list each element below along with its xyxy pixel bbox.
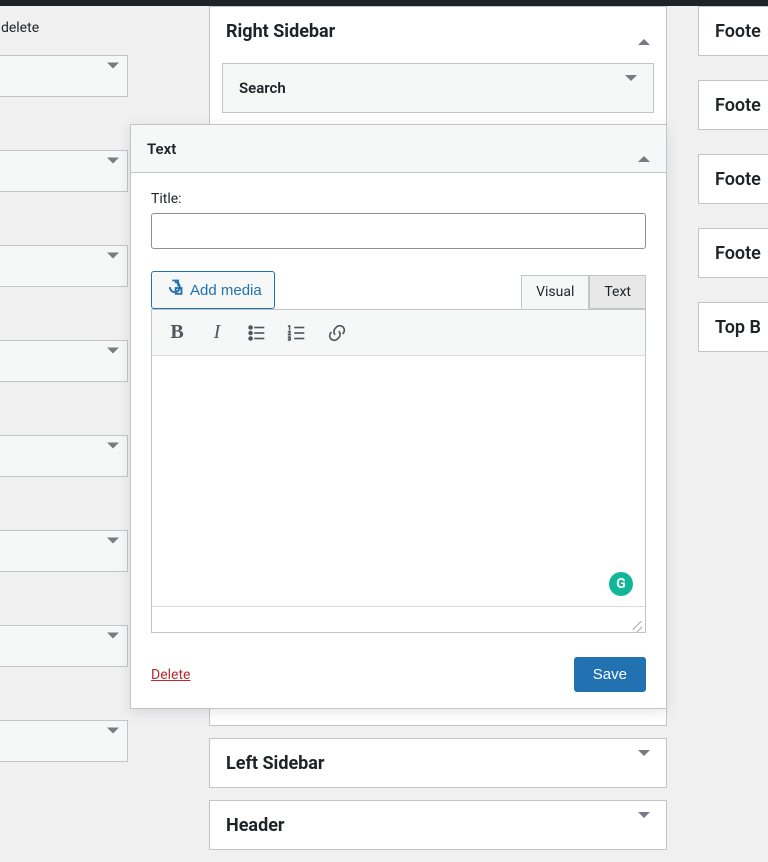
chevron-down-icon bbox=[625, 81, 637, 96]
delete-link[interactable]: Delete bbox=[151, 667, 190, 683]
available-widget[interactable] bbox=[0, 720, 128, 762]
area-title: Foote bbox=[715, 21, 761, 42]
chevron-down-icon bbox=[107, 639, 119, 654]
available-widget[interactable] bbox=[0, 150, 128, 192]
chevron-down-icon bbox=[638, 756, 650, 771]
tab-text[interactable]: Text bbox=[589, 275, 646, 309]
chevron-down-icon bbox=[107, 69, 119, 84]
chevron-down-icon bbox=[107, 354, 119, 369]
chevron-up-icon bbox=[638, 24, 650, 39]
available-widget[interactable] bbox=[0, 245, 128, 287]
link-button[interactable] bbox=[320, 316, 354, 350]
bold-button[interactable]: B bbox=[160, 316, 194, 350]
column-description: a widget and delete bbox=[0, 6, 128, 51]
widget-desc: ges. bbox=[0, 477, 128, 526]
svg-text:3: 3 bbox=[288, 336, 291, 342]
tab-visual[interactable]: Visual bbox=[521, 275, 589, 309]
chevron-down-icon bbox=[107, 259, 119, 274]
widget-area-item[interactable]: Foote bbox=[698, 80, 768, 130]
widget-label: Search bbox=[239, 79, 286, 97]
title-input[interactable] bbox=[151, 213, 646, 249]
media-icon bbox=[164, 278, 184, 302]
area-title: Foote bbox=[715, 169, 761, 190]
editor-container: B I 1 2 3 bbox=[151, 309, 646, 633]
available-widget[interactable] bbox=[0, 435, 128, 477]
available-widget[interactable] bbox=[0, 340, 128, 382]
numbered-list-button[interactable]: 1 2 3 bbox=[280, 316, 314, 350]
widget-area-item[interactable]: Foote bbox=[698, 228, 768, 278]
widget-area-item[interactable]: Top B bbox=[698, 302, 768, 352]
chevron-down-icon bbox=[107, 544, 119, 559]
editor-canvas[interactable]: G bbox=[152, 356, 645, 606]
chevron-down-icon bbox=[638, 818, 650, 833]
title-label: Title: bbox=[151, 191, 646, 207]
widget-desc: yer. bbox=[0, 97, 128, 146]
widget-desc: t Posts. bbox=[0, 572, 128, 621]
area-title: Header bbox=[226, 815, 285, 836]
area-title: Foote bbox=[715, 243, 761, 264]
available-widget[interactable] bbox=[0, 530, 128, 572]
available-widget[interactable] bbox=[0, 55, 128, 97]
text-widget-header[interactable]: Text bbox=[131, 125, 666, 173]
text-widget-panel: Text Title: Add media Visual Text bbox=[130, 124, 667, 709]
widget-desc: ess.org links. bbox=[0, 382, 128, 431]
grammarly-icon[interactable]: G bbox=[609, 572, 633, 596]
text-widget-title-label: Text bbox=[147, 140, 176, 158]
area-header[interactable]: Left Sidebar bbox=[210, 739, 666, 787]
area-title: Right Sidebar bbox=[226, 21, 335, 42]
editor-toolbar: B I 1 2 3 bbox=[152, 310, 645, 356]
editor-statusbar bbox=[152, 606, 645, 632]
widget-area-item[interactable]: Foote bbox=[698, 154, 768, 204]
area-title: Left Sidebar bbox=[226, 753, 325, 774]
widget-desc: r site. bbox=[0, 667, 128, 716]
chevron-down-icon bbox=[107, 449, 119, 464]
widget-area-header[interactable]: Header bbox=[209, 800, 667, 850]
area-title: Foote bbox=[715, 95, 761, 116]
area-header[interactable]: Header bbox=[210, 801, 666, 849]
available-widgets-column: a widget and delete yer. categories. ler… bbox=[0, 6, 128, 762]
widget-desc: lery. bbox=[0, 287, 128, 336]
text-widget-body: Title: Add media Visual Text B bbox=[131, 173, 666, 708]
available-widget[interactable] bbox=[0, 625, 128, 667]
editor-tab-group: Visual Text bbox=[521, 275, 646, 309]
add-media-label: Add media bbox=[190, 282, 262, 299]
widget-item-search[interactable]: Search bbox=[222, 63, 654, 113]
widget-area-item[interactable]: Foote bbox=[698, 6, 768, 56]
chevron-down-icon bbox=[107, 164, 119, 179]
area-header[interactable]: Right Sidebar bbox=[210, 7, 666, 55]
widget-area-left-sidebar[interactable]: Left Sidebar bbox=[209, 738, 667, 788]
widget-desc: categories. bbox=[0, 192, 128, 241]
area-title: Top B bbox=[715, 317, 761, 338]
chevron-up-icon bbox=[638, 141, 650, 156]
bullet-list-button[interactable] bbox=[240, 316, 274, 350]
more-widget-areas-column: Foote Foote Foote Foote Top B bbox=[698, 6, 768, 376]
chevron-down-icon bbox=[107, 734, 119, 749]
italic-button[interactable]: I bbox=[200, 316, 234, 350]
resize-handle[interactable] bbox=[629, 616, 643, 630]
add-media-button[interactable]: Add media bbox=[151, 271, 275, 309]
save-button[interactable]: Save bbox=[574, 657, 646, 692]
